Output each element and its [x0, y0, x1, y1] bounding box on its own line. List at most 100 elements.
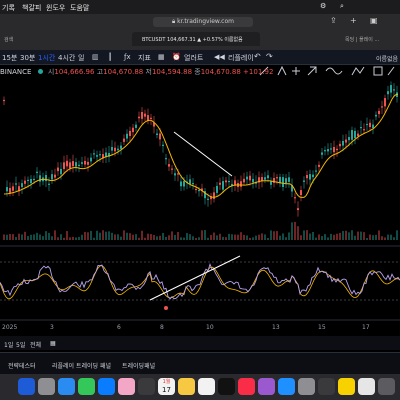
volume-bar	[54, 230, 56, 240]
volume-bar	[30, 234, 32, 240]
menu-help[interactable]: 도움말	[70, 3, 89, 13]
kakaotalk-icon[interactable]	[338, 378, 355, 395]
app-store-icon[interactable]	[278, 378, 295, 395]
finder-icon[interactable]	[18, 378, 35, 395]
candle	[63, 162, 65, 170]
volume-bar	[129, 233, 131, 240]
tab-other[interactable]: 목딩 | 플레이 ...	[345, 36, 379, 43]
candle	[321, 152, 323, 155]
candle	[132, 127, 134, 133]
alert-icon[interactable]: ⏰	[172, 53, 181, 61]
candle	[213, 192, 215, 199]
volume-bar	[12, 234, 14, 240]
candle	[384, 98, 386, 107]
candle	[90, 157, 92, 162]
volume-bar	[81, 234, 83, 240]
time-axis-label: 17	[362, 324, 370, 331]
launchpad-icon[interactable]	[38, 378, 55, 395]
volume-bar	[369, 234, 371, 240]
chart-type-icon[interactable]: ▥	[92, 53, 99, 61]
time-axis-label: 8	[160, 324, 164, 331]
candle	[315, 170, 317, 172]
volume-bar	[207, 237, 209, 240]
redo-icon[interactable]: ↷	[266, 52, 273, 61]
music-icon[interactable]	[238, 378, 255, 395]
activity-monitor-icon[interactable]	[318, 378, 335, 395]
interval-30m[interactable]: 30분	[20, 53, 35, 63]
new-tab-icon[interactable]: +	[350, 16, 357, 25]
address-bar[interactable]: 🔒︎ kr.tradingview.com	[153, 17, 253, 27]
range-1d-button[interactable]: 1일	[4, 340, 13, 349]
notes-icon[interactable]	[178, 378, 195, 395]
facetime-icon[interactable]	[138, 378, 155, 395]
volume-bar	[171, 231, 173, 240]
messages-icon[interactable]	[78, 378, 95, 395]
tv-app-icon[interactable]	[218, 378, 235, 395]
tab-overview-icon[interactable]: ▣	[370, 16, 378, 25]
volume-bar	[354, 235, 356, 240]
templates-icon[interactable]: ▦	[158, 53, 165, 61]
interval-day[interactable]: 일	[78, 53, 84, 63]
menu-bookmarks[interactable]: 책갈피	[22, 3, 41, 13]
range-5d-button[interactable]: 5일	[16, 340, 25, 349]
indicators-icon[interactable]: ƒx	[124, 53, 131, 61]
chrome-icon[interactable]	[358, 378, 375, 395]
volume-bar	[126, 232, 128, 240]
tab-search[interactable]: 검색	[4, 36, 13, 43]
reminders-icon[interactable]	[198, 378, 215, 395]
trash-icon[interactable]	[378, 378, 395, 395]
menu-window[interactable]: 윈도우	[46, 3, 65, 13]
podcasts-icon[interactable]	[258, 378, 275, 395]
volume-bar	[123, 230, 125, 240]
volume-bar	[162, 233, 164, 240]
undo-icon[interactable]: ↶	[254, 52, 261, 61]
candle	[168, 164, 170, 167]
candle	[342, 140, 344, 146]
volume-bar	[342, 231, 344, 240]
indicators-button[interactable]: 지표	[138, 53, 151, 63]
candles-icon[interactable]: ┃	[108, 53, 112, 61]
range-all-button[interactable]: 전체	[30, 340, 41, 349]
candle	[336, 148, 338, 151]
tab-strategy-tester[interactable]: 전략테스터	[8, 361, 36, 370]
candle	[366, 123, 368, 126]
volume-bar	[9, 234, 11, 240]
mail-icon[interactable]	[98, 378, 115, 395]
volume-bar	[66, 231, 68, 240]
tab-trading-panel[interactable]: 트레이딩패널	[122, 361, 155, 370]
replay-icon[interactable]: ◀◀	[214, 53, 225, 61]
replay-button[interactable]: 리플레이	[228, 53, 254, 63]
interval-1h[interactable]: 1시간	[38, 53, 55, 63]
candle	[126, 133, 128, 139]
candle	[276, 177, 278, 179]
safari-icon[interactable]	[58, 378, 75, 395]
volume-bar	[351, 230, 353, 240]
control-center-icon[interactable]: ⚙	[320, 2, 326, 10]
calendar-icon[interactable]: ▦	[50, 340, 56, 347]
candle	[330, 148, 332, 150]
volume-bar	[321, 236, 323, 240]
tab-btcusdt[interactable]: BTCUSDT 104,667.31 ▲ +0.57% 이름없음	[142, 36, 243, 43]
calendar-app-icon[interactable]: 1월 17	[158, 378, 175, 395]
candle	[294, 197, 296, 199]
system-settings-icon[interactable]	[298, 378, 315, 395]
photos-icon[interactable]	[118, 378, 135, 395]
interval-15m[interactable]: 15분	[2, 53, 17, 63]
volume-bar	[393, 237, 395, 240]
volume-bar	[327, 237, 329, 240]
tab-replay-trading-panel[interactable]: 리플레이 트레이딩 패널	[52, 361, 111, 370]
volume-bar	[108, 231, 110, 240]
alert-button[interactable]: 얼러트	[184, 53, 203, 63]
candle	[252, 178, 254, 183]
price-chart[interactable]	[0, 64, 400, 334]
candle	[51, 174, 53, 180]
candle	[72, 161, 74, 167]
candle	[288, 177, 290, 182]
interval-4h[interactable]: 4시간	[58, 53, 75, 63]
volume-bar	[147, 233, 149, 240]
candle	[36, 171, 38, 173]
volume-bar	[330, 233, 332, 240]
share-icon[interactable]: ⇪	[330, 16, 337, 25]
search-icon[interactable]: ⌕	[340, 2, 344, 11]
menu-history[interactable]: 기록	[2, 3, 15, 13]
